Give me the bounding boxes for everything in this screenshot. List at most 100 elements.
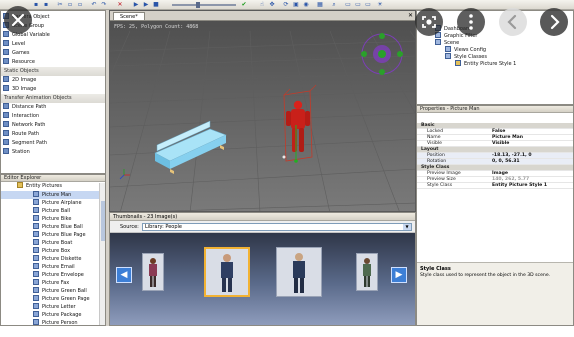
- library-item[interactable]: Network Path: [1, 121, 105, 130]
- explorer-item[interactable]: Picture Envelope: [1, 271, 105, 279]
- scene-tree-item[interactable]: Scene: [417, 39, 573, 46]
- thumbnail-strip: ◀ ▶: [110, 233, 415, 325]
- library-item[interactable]: Station: [1, 148, 105, 157]
- scene-tree-item[interactable]: Views Config: [417, 46, 573, 53]
- viewport-tabbar: Scene* ✕: [110, 11, 415, 21]
- source-select[interactable]: Library: People ▼: [142, 223, 412, 231]
- chevron-down-icon[interactable]: ▼: [403, 224, 411, 230]
- explorer-item[interactable]: Picture Fax: [1, 279, 105, 287]
- scene-tree-item[interactable]: Entity Picture Style 1: [417, 60, 573, 67]
- play-icon[interactable]: ▶: [132, 1, 140, 9]
- paste-icon[interactable]: ▫: [76, 1, 84, 9]
- view3-tool-icon[interactable]: ▭: [364, 1, 372, 9]
- explorer-item[interactable]: Picture Boat: [1, 239, 105, 247]
- explorer-item[interactable]: Picture Ball: [1, 207, 105, 215]
- grid-tool-icon[interactable]: ▦: [316, 1, 324, 9]
- arrow-left-icon: ◀: [120, 270, 128, 280]
- view2-tool-icon[interactable]: ▭: [354, 1, 362, 9]
- delete-icon[interactable]: ✕: [116, 1, 124, 9]
- scrollbar-thumb[interactable]: [101, 201, 105, 241]
- object-type-icon: [3, 40, 9, 46]
- tree-root-entity-pictures[interactable]: Entity Pictures: [1, 182, 105, 191]
- step-icon[interactable]: ▶: [142, 1, 150, 9]
- object-type-icon: [3, 76, 9, 82]
- thumbnail-item-selected[interactable]: [204, 247, 250, 297]
- close-icon: [11, 13, 25, 27]
- library-item[interactable]: 2D Image: [1, 76, 105, 85]
- source-label: Source:: [120, 224, 139, 230]
- explorer-item[interactable]: Picture Diskette: [1, 255, 105, 263]
- explorer-item-label: Picture Ball: [42, 208, 71, 214]
- thumbnail-item[interactable]: [356, 253, 378, 291]
- undo-icon[interactable]: ↶: [90, 1, 98, 9]
- scene-tree-item[interactable]: Style Classes: [417, 53, 573, 60]
- close-tab-icon[interactable]: ✕: [408, 12, 413, 20]
- library-item[interactable]: Route Path: [1, 130, 105, 139]
- light-tool-icon[interactable]: ☀: [376, 1, 384, 9]
- redo-icon[interactable]: ↷: [100, 1, 108, 9]
- check-icon[interactable]: ✔: [240, 1, 248, 9]
- library-item[interactable]: Distance Path: [1, 103, 105, 112]
- explorer-item[interactable]: Picture Green Page: [1, 295, 105, 303]
- library-item[interactable]: Level: [1, 40, 105, 49]
- picture-icon: [33, 247, 39, 253]
- speed-slider[interactable]: [172, 4, 236, 6]
- explorer-item[interactable]: Picture Airplane: [1, 199, 105, 207]
- explorer-item[interactable]: Picture Email: [1, 263, 105, 271]
- explorer-item[interactable]: Picture Package: [1, 311, 105, 319]
- view-tool-icon[interactable]: ▭: [344, 1, 352, 9]
- zoom-tool-icon[interactable]: ⌕: [330, 1, 338, 9]
- main-toolbar: ▪ ▪ ✂ ▫ ▫ ↶ ↷ ✕ ▶ ▶ ■ ✔ ☝ ✥ ⟳ ▣ ◉ ▦ ⌕ ▭ …: [0, 0, 574, 10]
- property-value[interactable]: Entity Picture Style 1: [492, 183, 547, 189]
- explorer-item[interactable]: Picture Bike: [1, 215, 105, 223]
- explorer-item[interactable]: Picture Box: [1, 247, 105, 255]
- prev-image-button[interactable]: [499, 8, 527, 36]
- more-button[interactable]: [457, 8, 485, 36]
- lens-button[interactable]: [415, 8, 443, 36]
- explorer-scrollbar[interactable]: [99, 183, 105, 325]
- next-image-button[interactable]: [540, 8, 568, 36]
- library-item-label: Distance Path: [12, 104, 47, 110]
- library-item[interactable]: Interaction: [1, 112, 105, 121]
- picture-icon: [33, 199, 39, 205]
- library-item[interactable]: 3D Image: [1, 85, 105, 94]
- library-item[interactable]: Games: [1, 49, 105, 58]
- select-tool-icon[interactable]: ☝: [258, 1, 266, 9]
- explorer-item[interactable]: Picture Person: [1, 319, 105, 325]
- help-text: Style class used to represent the object…: [420, 273, 551, 278]
- person-thumbnail-icon: [149, 258, 157, 287]
- library-item[interactable]: Segment Path: [1, 139, 105, 148]
- stop-icon[interactable]: ■: [152, 1, 160, 9]
- thumbnail-item[interactable]: [276, 247, 322, 297]
- thumb-next-button[interactable]: ▶: [391, 267, 407, 283]
- explorer-item[interactable]: Picture Green Ball: [1, 287, 105, 295]
- explorer-item-label: Picture Box: [42, 248, 71, 254]
- camera-tool-icon[interactable]: ◉: [302, 1, 310, 9]
- more-vert-icon: [469, 14, 473, 30]
- speed-slider-thumb[interactable]: [196, 2, 200, 8]
- explorer-item[interactable]: Picture Blue Ball: [1, 223, 105, 231]
- move-tool-icon[interactable]: ✥: [268, 1, 276, 9]
- thumbnail-item[interactable]: [142, 253, 164, 291]
- thumb-prev-button[interactable]: ◀: [116, 267, 132, 283]
- explorer-item[interactable]: Picture Man: [1, 191, 105, 199]
- tree-root-label: Entity Pictures: [26, 183, 62, 189]
- library-item-label: Resource: [12, 59, 35, 65]
- scale-tool-icon[interactable]: ▣: [292, 1, 300, 9]
- explorer-item[interactable]: Picture Blue Page: [1, 231, 105, 239]
- picture-icon: [33, 287, 39, 293]
- explorer-item[interactable]: Picture Letter: [1, 303, 105, 311]
- picture-icon: [33, 231, 39, 237]
- save-icon[interactable]: ▪: [32, 1, 40, 9]
- rotate-tool-icon[interactable]: ⟳: [282, 1, 290, 9]
- scene-viewport[interactable]: Scene* ✕ FPS: 25, Polygon Count: 4868: [109, 10, 416, 212]
- close-button[interactable]: [4, 6, 32, 34]
- library-item[interactable]: Resource: [1, 58, 105, 67]
- open-icon[interactable]: ▪: [42, 1, 50, 9]
- explorer-item-label: Picture Airplane: [42, 200, 82, 206]
- tab-scene[interactable]: Scene*: [113, 12, 145, 20]
- copy-icon[interactable]: ▫: [66, 1, 74, 9]
- picture-icon: [33, 263, 39, 269]
- cut-icon[interactable]: ✂: [56, 1, 64, 9]
- property-row[interactable]: Style Class Entity Picture Style 1: [417, 183, 573, 189]
